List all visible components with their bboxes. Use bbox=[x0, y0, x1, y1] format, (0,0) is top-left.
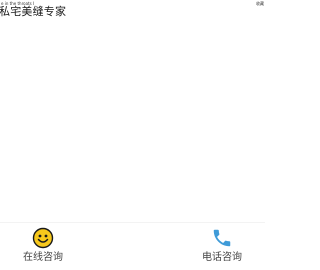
site-title: 私宅美缝专家 bbox=[0, 5, 67, 18]
phone-consult-label: 电话咨询 bbox=[202, 252, 242, 263]
online-consult-label: 在线咨询 bbox=[23, 252, 63, 263]
phone-icon bbox=[213, 229, 231, 247]
phone-consult-button[interactable]: 电话咨询 bbox=[182, 223, 262, 270]
main-content bbox=[0, 20, 265, 222]
online-consult-button[interactable]: 在线咨询 bbox=[3, 223, 83, 270]
smiley-face-icon bbox=[32, 227, 54, 249]
bottom-nav: 在线咨询 电话咨询 bbox=[0, 223, 265, 270]
favorite-link[interactable]: 收藏 bbox=[256, 0, 264, 7]
